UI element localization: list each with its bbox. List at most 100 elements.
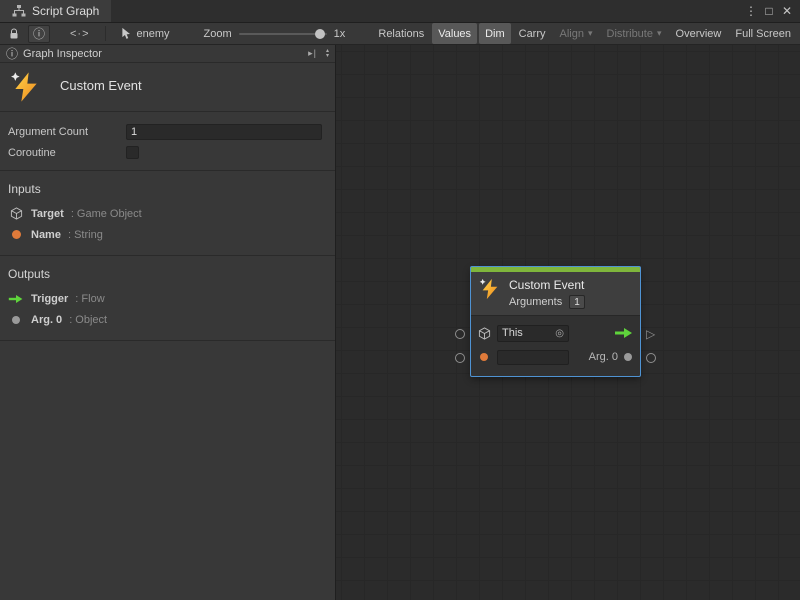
graph-inspector-title: Graph Inspector xyxy=(23,48,102,60)
custom-event-icon xyxy=(479,278,501,300)
arguments-count-badge[interactable]: 1 xyxy=(569,295,585,309)
cube-icon xyxy=(477,327,491,340)
node-output-value-port[interactable] xyxy=(646,353,656,363)
zoom-value: 1x xyxy=(334,28,346,40)
panel-options-icon[interactable]: ▴ ▾ xyxy=(326,49,329,59)
dock-icon[interactable]: ▸| xyxy=(308,48,317,59)
align-label: Align xyxy=(560,28,584,40)
menu-icon[interactable]: ⋮ xyxy=(742,4,760,18)
graph-inspector-panel: ⓘ Graph Inspector ▸| ▴ ▾ Custom Event Ar… xyxy=(0,45,336,600)
info-button[interactable]: ⓘ xyxy=(28,25,50,43)
event-fields: Argument Count Coroutine xyxy=(0,111,335,170)
port-name: Name xyxy=(31,229,61,241)
flow-arrow-icon xyxy=(8,293,24,305)
custom-event-node[interactable]: Custom Event Arguments 1 xyxy=(471,267,640,376)
tab-title: Script Graph xyxy=(32,4,99,18)
full-screen-button[interactable]: Full Screen xyxy=(729,23,797,44)
graph-owner[interactable]: enemy xyxy=(121,27,170,40)
arg0-label: Arg. 0 xyxy=(589,351,618,363)
flow-arrow-icon xyxy=(614,326,634,340)
info-icon: ⓘ xyxy=(6,45,18,62)
coroutine-checkbox[interactable] xyxy=(126,146,139,159)
zoom-slider-knob[interactable] xyxy=(315,29,325,39)
info-icon: ⓘ xyxy=(33,25,45,42)
arg0-port-row: Arg. 0 xyxy=(477,345,634,369)
port-name: Arg. 0 xyxy=(31,314,62,326)
chevron-down-icon: ▾ xyxy=(657,28,662,39)
node-input-value-port[interactable] xyxy=(455,353,465,363)
tab-script-graph[interactable]: Script Graph xyxy=(0,0,111,22)
list-item: Arg. 0 : Object xyxy=(0,309,335,330)
main-area: ⓘ Graph Inspector ▸| ▴ ▾ Custom Event Ar… xyxy=(0,45,800,600)
zoom-label: Zoom xyxy=(204,28,232,40)
argument-count-row: Argument Count xyxy=(0,121,335,142)
coroutine-row: Coroutine xyxy=(0,142,335,163)
port-type: : Object xyxy=(69,314,107,326)
zoom-slider-track xyxy=(239,33,327,35)
toolbar-separator xyxy=(105,26,106,41)
port-type: : String xyxy=(68,229,103,241)
port-name: Target xyxy=(31,208,64,220)
list-item: Target : Game Object xyxy=(0,203,335,224)
code-view-icon[interactable]: <·> xyxy=(70,28,90,40)
cube-icon xyxy=(8,207,24,220)
event-summary: Custom Event xyxy=(0,63,335,111)
distribute-label: Distribute xyxy=(607,28,653,40)
outputs-section: Outputs Trigger : Flow Arg. 0 : Object xyxy=(0,255,335,341)
list-item: Trigger : Flow xyxy=(0,288,335,309)
node-subtitle: Arguments 1 xyxy=(509,295,585,309)
close-icon[interactable]: ✕ xyxy=(778,4,796,18)
value-port-icon xyxy=(8,230,24,239)
target-dropdown-value: This xyxy=(502,327,523,339)
port-type: : Game Object xyxy=(71,208,142,220)
port-name: Trigger xyxy=(31,293,68,305)
align-button[interactable]: Align ▾ xyxy=(554,23,599,44)
chevron-down-icon: ▾ xyxy=(588,28,593,39)
graph-canvas[interactable]: ▷ Custom Event Arguments 1 xyxy=(336,45,800,600)
maximize-icon[interactable]: □ xyxy=(760,4,778,18)
inputs-section: Inputs Target : Game Object Name xyxy=(0,170,335,255)
zoom-slider[interactable] xyxy=(239,27,327,41)
argument-count-label: Argument Count xyxy=(8,126,126,138)
node-header[interactable]: Custom Event Arguments 1 xyxy=(471,272,640,315)
node-title: Custom Event xyxy=(509,278,585,292)
graph-toolbar: ⓘ <·> enemy Zoom 1x Relations Values Dim… xyxy=(0,22,800,45)
custom-event-icon xyxy=(10,71,42,103)
cursor-icon xyxy=(121,27,132,40)
object-picker-icon[interactable]: ◎ xyxy=(555,328,564,339)
list-item: Name : String xyxy=(0,224,335,245)
distribute-button[interactable]: Distribute ▾ xyxy=(601,23,668,44)
node-body: This ◎ Arg. 0 xyxy=(471,315,640,376)
port-type: : Flow xyxy=(75,293,104,305)
values-button[interactable]: Values xyxy=(432,23,477,44)
unity-window: Script Graph ⋮ □ ✕ ⓘ <·> enemy Zoom xyxy=(0,0,800,600)
name-value-input[interactable] xyxy=(497,350,569,365)
value-port-icon xyxy=(8,316,24,324)
node-titles: Custom Event Arguments 1 xyxy=(509,278,585,309)
relations-button[interactable]: Relations xyxy=(372,23,430,44)
toolbar-buttons: Relations Values Dim Carry Align ▾ Distr… xyxy=(371,23,798,44)
window-controls: ⋮ □ ✕ xyxy=(742,0,800,22)
script-graph-icon xyxy=(12,5,26,17)
zoom-control: Zoom 1x xyxy=(204,27,346,41)
arg0-value-port-icon xyxy=(624,353,632,361)
titlebar: Script Graph ⋮ □ ✕ xyxy=(0,0,800,22)
overview-button[interactable]: Overview xyxy=(670,23,728,44)
argument-count-input[interactable] xyxy=(126,124,322,140)
lock-icon[interactable] xyxy=(2,23,26,45)
spin-down-icon: ▾ xyxy=(326,54,329,59)
arguments-label: Arguments xyxy=(509,296,562,308)
value-port-icon xyxy=(477,353,491,361)
node-output-flow-port[interactable]: ▷ xyxy=(646,329,655,340)
node-input-flow-port[interactable] xyxy=(455,329,465,339)
graph-owner-name: enemy xyxy=(137,28,170,40)
event-title: Custom Event xyxy=(60,78,142,93)
coroutine-label: Coroutine xyxy=(8,147,126,159)
target-port-row: This ◎ xyxy=(477,321,634,345)
inputs-title: Inputs xyxy=(0,178,335,203)
outputs-title: Outputs xyxy=(0,263,335,288)
target-dropdown[interactable]: This ◎ xyxy=(497,325,569,342)
dim-button[interactable]: Dim xyxy=(479,23,511,44)
graph-inspector-header: ⓘ Graph Inspector ▸| ▴ ▾ xyxy=(0,45,335,63)
carry-button[interactable]: Carry xyxy=(513,23,552,44)
